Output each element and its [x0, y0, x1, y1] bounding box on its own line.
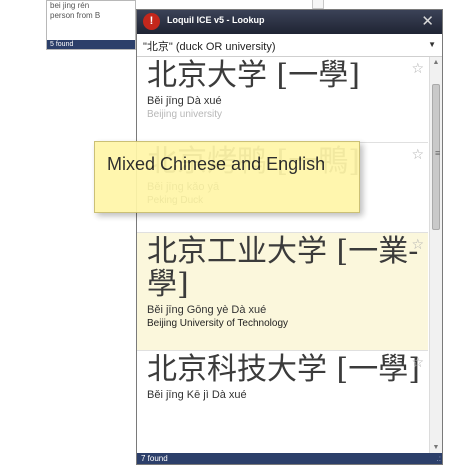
grip-icon: ≡	[435, 148, 441, 158]
entry-hanzi: 北京工业大学 [一業-學]	[147, 234, 419, 302]
result-entry[interactable]: 北京科技大学 [一學] Běi jīng Kē jì Dà xué ☆	[137, 351, 428, 454]
annotation-callout: Mixed Chinese and English	[94, 141, 360, 213]
search-bar: "北京" (duck OR university) ▼	[137, 34, 442, 57]
star-icon[interactable]: ☆	[411, 146, 424, 163]
result-entry-selected[interactable]: 北京工业大学 [一業-學] Běi jīng Gōng yè Dà xué Be…	[137, 233, 428, 351]
star-icon[interactable]: ☆	[411, 60, 424, 77]
entry-english: Beijing University of Technology	[147, 318, 289, 329]
scroll-thumb[interactable]: ≡	[432, 84, 440, 230]
entry-pinyin: Běi jīng Gōng yè Dà xué	[147, 304, 267, 316]
scroll-up-icon[interactable]: ▲	[430, 57, 442, 69]
lookup-window: ! Loquil ICE v5 - Lookup ✕ "北京" (duck OR…	[136, 9, 443, 465]
vertical-scrollbar[interactable]: ▲ ≡ ▼	[429, 57, 442, 454]
entry-pinyin: Běi jīng Dà xué	[147, 95, 222, 107]
title-bar[interactable]: ! Loquil ICE v5 - Lookup ✕	[137, 10, 442, 34]
result-count: 7 found	[141, 454, 168, 463]
app-icon: !	[143, 13, 160, 30]
entry-pinyin: Běi jīng Kē jì Dà xué	[147, 389, 247, 401]
results-list: 北京大学 [一學] Běi jīng Dà xué Beijing univer…	[137, 57, 442, 454]
star-icon[interactable]: ☆	[411, 236, 424, 253]
background-window-corner	[312, 0, 324, 9]
result-entry[interactable]: 北京大学 [一學] Běi jīng Dà xué Beijing univer…	[137, 57, 428, 143]
entry-hanzi: 北京科技大学 [一學]	[147, 352, 420, 387]
entry-english: Beijing university	[147, 109, 223, 120]
background-line-1: bei jing rén	[50, 1, 90, 10]
window-title: Loquil ICE v5 - Lookup	[167, 15, 265, 25]
close-icon[interactable]: ✕	[421, 12, 434, 30]
background-status-bar: 5 found	[47, 40, 135, 49]
star-icon[interactable]: ☆	[411, 354, 424, 371]
search-input[interactable]: "北京" (duck OR university)	[143, 38, 276, 54]
status-bar: 7 found .:	[137, 453, 442, 464]
entry-hanzi: 北京大学 [一學]	[147, 58, 360, 93]
background-window: bei jing rén person from B 5 found	[46, 0, 136, 50]
callout-text: Mixed Chinese and English	[107, 154, 326, 174]
resize-grip-icon[interactable]: .:	[437, 453, 441, 464]
dropdown-arrow-icon[interactable]: ▼	[428, 40, 436, 49]
background-line-2: person from B	[50, 11, 101, 20]
